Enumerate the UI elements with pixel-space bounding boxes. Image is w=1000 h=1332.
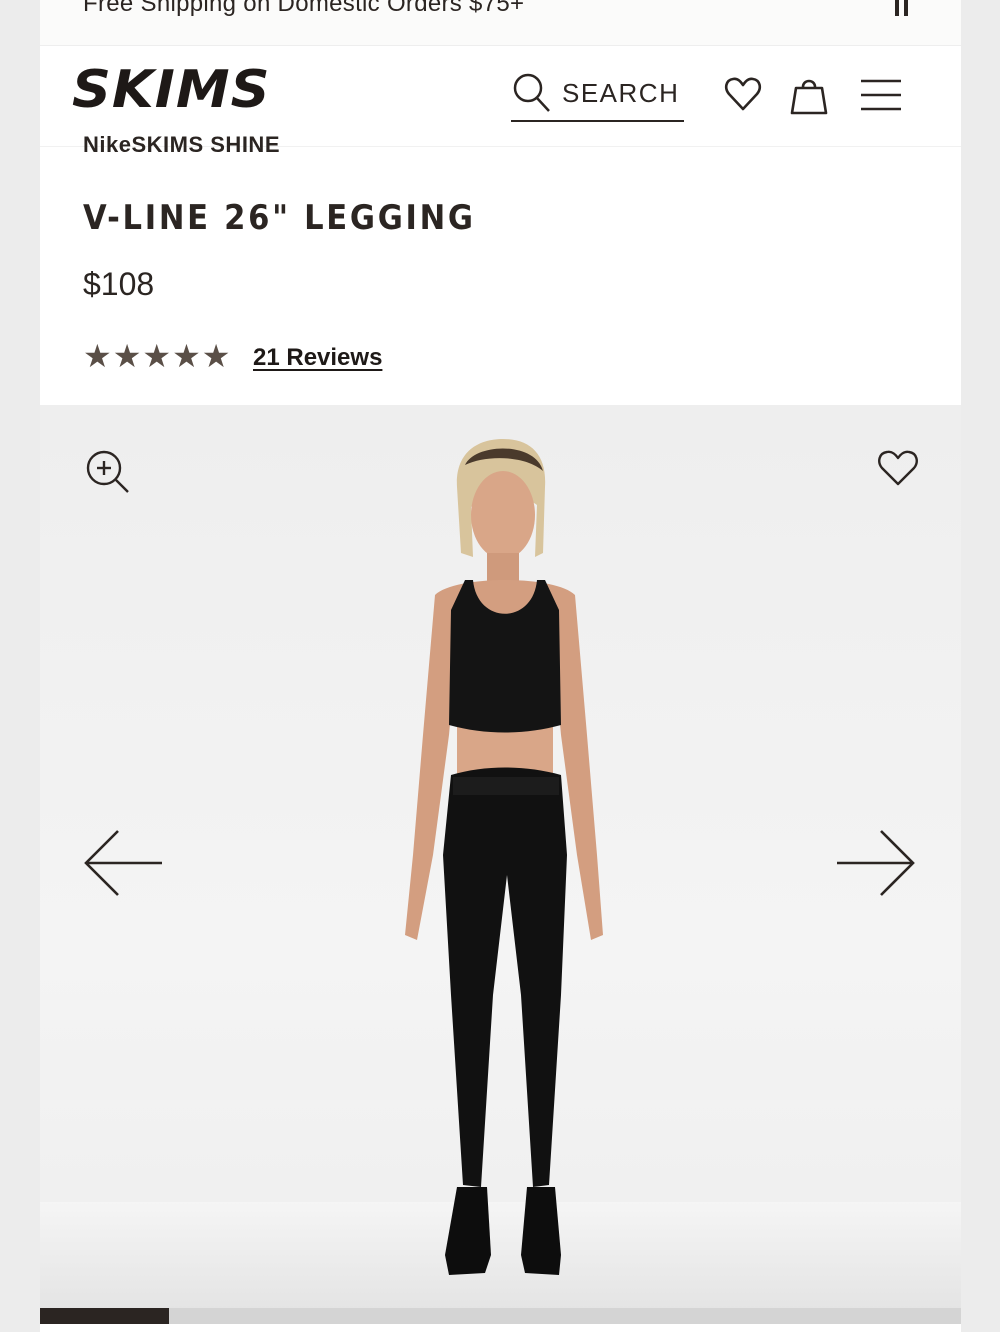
arrow-right-icon[interactable] (835, 828, 917, 898)
star-icon: ★ (172, 338, 201, 374)
product-title: V-LINE 26" LEGGING (83, 198, 476, 238)
rating-stars: ★ ★ ★ ★ ★ (83, 340, 230, 372)
star-icon: ★ (83, 338, 112, 374)
reviews-link[interactable]: 21 Reviews (253, 344, 382, 372)
search-label: SEARCH (562, 77, 680, 108)
pause-icon[interactable] (893, 0, 911, 18)
bag-icon[interactable] (790, 74, 828, 116)
arrow-left-icon[interactable] (82, 828, 164, 898)
announcement-text: Free Shipping on Domestic Orders $75+ (83, 0, 525, 17)
product-image-gallery[interactable] (40, 405, 961, 1310)
gallery-progress-bar (40, 1308, 961, 1324)
product-photo (405, 439, 603, 1275)
star-icon: ★ (112, 338, 142, 374)
page-frame: Free Shipping on Domestic Orders $75+ SK… (40, 0, 961, 1332)
logo[interactable]: SKIMS (72, 60, 270, 120)
search-icon (513, 73, 550, 112)
heart-icon[interactable] (877, 447, 919, 489)
announcement-bar: Free Shipping on Domestic Orders $75+ (40, 0, 961, 46)
star-icon: ★ (142, 338, 172, 374)
gallery-progress-fill (40, 1308, 169, 1324)
star-icon: ★ (201, 338, 231, 374)
product-price: $108 (83, 266, 155, 302)
heart-icon[interactable] (724, 74, 762, 114)
collection-name: NikeSKIMS SHINE (83, 132, 280, 157)
menu-icon[interactable] (860, 78, 902, 112)
zoom-in-icon[interactable] (85, 449, 131, 495)
search-button[interactable]: SEARCH (511, 66, 684, 122)
